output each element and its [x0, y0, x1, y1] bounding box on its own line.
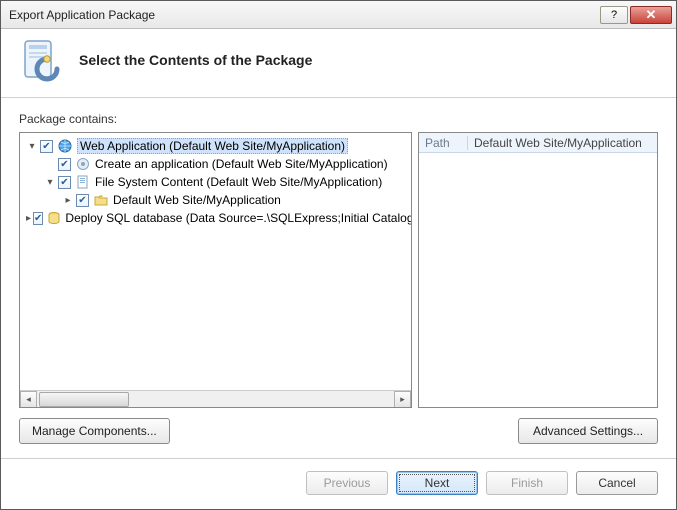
collapse-icon[interactable]: ▾: [44, 176, 56, 188]
titlebar: Export Application Package ? ✕: [1, 1, 676, 29]
property-key: Path: [419, 136, 467, 150]
scroll-right-icon[interactable]: ▸: [394, 391, 411, 408]
tree-node-web-application[interactable]: ▾ ✔ Web Application (Default Web Site/My…: [22, 137, 409, 155]
checkbox[interactable]: ✔: [58, 158, 71, 171]
checkbox[interactable]: ✔: [33, 212, 43, 225]
button-label: Previous: [324, 476, 371, 490]
scroll-thumb[interactable]: [39, 392, 129, 407]
tree-node-label: Default Web Site/MyApplication: [113, 193, 281, 207]
tree-node-label: Create an application (Default Web Site/…: [95, 157, 388, 171]
tree-node-label: Deploy SQL database (Data Source=.\SQLEx…: [65, 211, 411, 225]
wizard-header: Select the Contents of the Package: [1, 29, 676, 98]
cancel-button[interactable]: Cancel: [576, 471, 658, 495]
wizard-body: Package contains: ▾ ✔ Web Application (D…: [1, 98, 676, 458]
wizard-title: Select the Contents of the Package: [79, 52, 312, 68]
collapse-icon[interactable]: ▾: [26, 140, 38, 152]
help-button[interactable]: ?: [600, 6, 628, 24]
expand-icon[interactable]: ▸: [26, 212, 31, 224]
close-icon: ✕: [646, 7, 657, 23]
expand-placeholder: [44, 158, 56, 170]
button-label: Finish: [511, 476, 543, 490]
scroll-left-icon[interactable]: ◂: [20, 391, 37, 408]
tree-node-deploy-sql[interactable]: ▸ ✔ Deploy SQL database (Data Source=.\S…: [22, 209, 409, 227]
tree-node-label: File System Content (Default Web Site/My…: [95, 175, 382, 189]
mid-button-row: Manage Components... Advanced Settings..…: [19, 418, 658, 444]
window-title: Export Application Package: [9, 8, 598, 22]
gear-icon: [75, 156, 91, 172]
button-label: Advanced Settings...: [533, 424, 643, 438]
button-label: Cancel: [598, 476, 635, 490]
next-button[interactable]: Next: [396, 471, 478, 495]
tree-node-label: Web Application (Default Web Site/MyAppl…: [77, 138, 348, 154]
tree-node-file-system-content[interactable]: ▾ ✔ File System Content (Default Web Sit…: [22, 173, 409, 191]
previous-button[interactable]: Previous: [306, 471, 388, 495]
advanced-settings-button[interactable]: Advanced Settings...: [518, 418, 658, 444]
close-button[interactable]: ✕: [630, 6, 672, 24]
manage-components-button[interactable]: Manage Components...: [19, 418, 170, 444]
button-label: Next: [425, 476, 450, 490]
tree-node-create-application[interactable]: ✔ Create an application (Default Web Sit…: [22, 155, 409, 173]
document-icon: [75, 174, 91, 190]
checkbox[interactable]: ✔: [58, 176, 71, 189]
tree-node-site-folder[interactable]: ▸ ✔ Default Web Site/MyApplication: [22, 191, 409, 209]
checkbox[interactable]: ✔: [76, 194, 89, 207]
folder-icon: [93, 192, 109, 208]
property-value: Default Web Site/MyApplication: [467, 136, 657, 150]
button-label: Manage Components...: [32, 424, 157, 438]
scroll-track[interactable]: [37, 391, 394, 408]
expand-icon[interactable]: ▸: [62, 194, 74, 206]
horizontal-scrollbar[interactable]: ◂ ▸: [20, 390, 411, 407]
finish-button[interactable]: Finish: [486, 471, 568, 495]
panels: ▾ ✔ Web Application (Default Web Site/My…: [19, 132, 658, 408]
contents-label: Package contains:: [19, 112, 658, 126]
package-icon: [19, 37, 65, 83]
checkbox[interactable]: ✔: [40, 140, 53, 153]
globe-icon: [57, 138, 73, 154]
database-icon: [47, 210, 61, 226]
dialog-window: Export Application Package ? ✕ Select th…: [0, 0, 677, 510]
property-row-path: Path Default Web Site/MyApplication: [419, 133, 657, 153]
properties-panel: Path Default Web Site/MyApplication: [418, 132, 658, 408]
spacer: [170, 418, 518, 444]
package-tree[interactable]: ▾ ✔ Web Application (Default Web Site/My…: [20, 133, 411, 231]
wizard-footer: Previous Next Finish Cancel: [1, 459, 676, 509]
tree-panel: ▾ ✔ Web Application (Default Web Site/My…: [19, 132, 412, 408]
